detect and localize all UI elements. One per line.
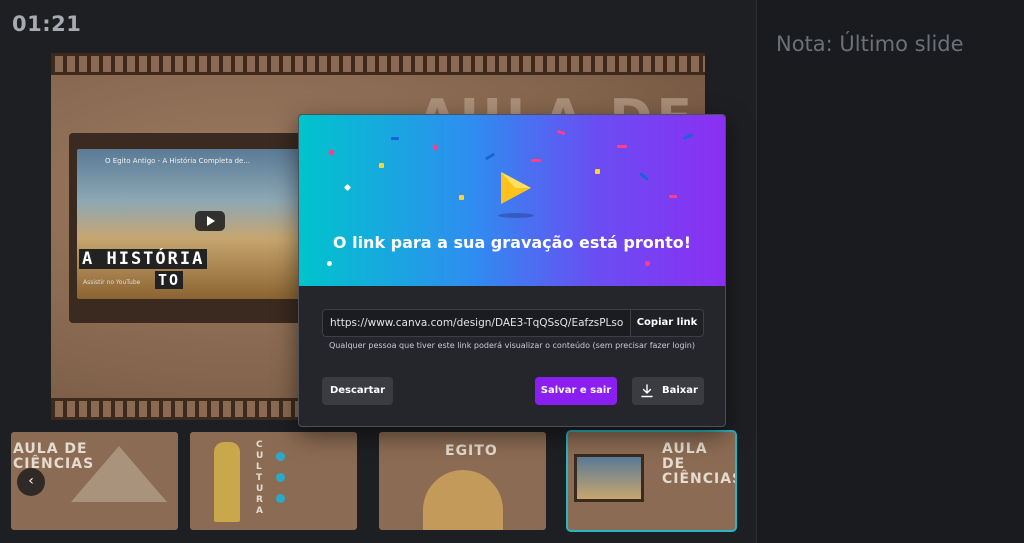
presentation-timer: 01:21 bbox=[12, 12, 82, 36]
slide-thumbnail-4[interactable]: AULA DE CIÊNCIAS bbox=[566, 430, 737, 532]
download-label: Baixar bbox=[662, 385, 698, 396]
slide-thumbnail-2[interactable]: CULTURA bbox=[190, 432, 357, 530]
download-icon bbox=[641, 384, 653, 398]
confetti-icon bbox=[391, 137, 399, 140]
recording-link-dialog: O link para a sua gravação está pronto! … bbox=[298, 114, 726, 427]
canva-play-logo-icon bbox=[501, 172, 531, 204]
share-link-input[interactable] bbox=[322, 309, 630, 337]
confetti-icon bbox=[327, 261, 332, 266]
confetti-icon bbox=[556, 129, 566, 136]
notes-panel: Nota: Último slide bbox=[758, 0, 1024, 543]
copy-link-button[interactable]: Copiar link bbox=[630, 309, 704, 337]
confetti-icon bbox=[484, 152, 496, 161]
confetti-icon bbox=[682, 133, 694, 140]
confetti-icon bbox=[343, 183, 352, 192]
thumbnail-title: CULTURA bbox=[256, 440, 265, 516]
speaker-note: Nota: Último slide bbox=[776, 32, 964, 56]
chevron-left-icon[interactable]: ‹ bbox=[17, 468, 45, 496]
video-title: O Egito Antigo - A História Completa de.… bbox=[105, 157, 251, 165]
confetti-icon bbox=[639, 172, 649, 181]
confetti-icon bbox=[595, 169, 600, 174]
download-button[interactable]: Baixar bbox=[632, 377, 704, 405]
share-link-row: Copiar link bbox=[322, 309, 704, 337]
thumbnail-title: AULA DE CIÊNCIAS bbox=[13, 441, 95, 472]
bullet-point bbox=[276, 494, 285, 503]
video-play-icon[interactable] bbox=[195, 211, 225, 231]
slide-thumbnail-3[interactable]: EGITO bbox=[379, 432, 546, 530]
thumbnail-title: AULA DE CIÊNCIAS bbox=[662, 441, 735, 487]
discard-button[interactable]: Descartar bbox=[322, 377, 393, 405]
confetti-icon bbox=[617, 145, 627, 148]
logo-shadow bbox=[498, 213, 534, 218]
confetti-icon bbox=[645, 261, 650, 266]
bullet-list bbox=[276, 452, 285, 515]
confetti-icon bbox=[328, 149, 335, 156]
video-thumbnail-image bbox=[574, 454, 644, 502]
thumbnail-title: EGITO bbox=[445, 443, 498, 459]
confetti-icon bbox=[531, 159, 541, 162]
pharaoh-figure-image bbox=[214, 442, 240, 522]
confetti-icon bbox=[433, 145, 438, 150]
youtube-watch-label[interactable]: Assistir no YouTube bbox=[83, 279, 140, 286]
dialog-headline: O link para a sua gravação está pronto! bbox=[332, 233, 692, 252]
video-caption-line2: TO bbox=[155, 271, 184, 289]
bullet-point bbox=[276, 452, 285, 461]
save-and-exit-button[interactable]: Salvar e sair bbox=[535, 377, 617, 405]
embedded-video[interactable]: O Egito Antigo - A História Completa de.… bbox=[77, 149, 321, 299]
video-caption-line1: A HISTÓRIA bbox=[79, 249, 208, 269]
confetti-icon bbox=[669, 195, 677, 198]
confetti-icon bbox=[459, 195, 464, 200]
sphinx-image bbox=[423, 470, 503, 530]
link-helper-text: Qualquer pessoa que tiver este link pode… bbox=[328, 341, 695, 350]
greek-border-top bbox=[51, 53, 705, 75]
bullet-point bbox=[276, 473, 285, 482]
celebration-banner: O link para a sua gravação está pronto! bbox=[299, 115, 725, 286]
confetti-icon bbox=[379, 163, 384, 168]
